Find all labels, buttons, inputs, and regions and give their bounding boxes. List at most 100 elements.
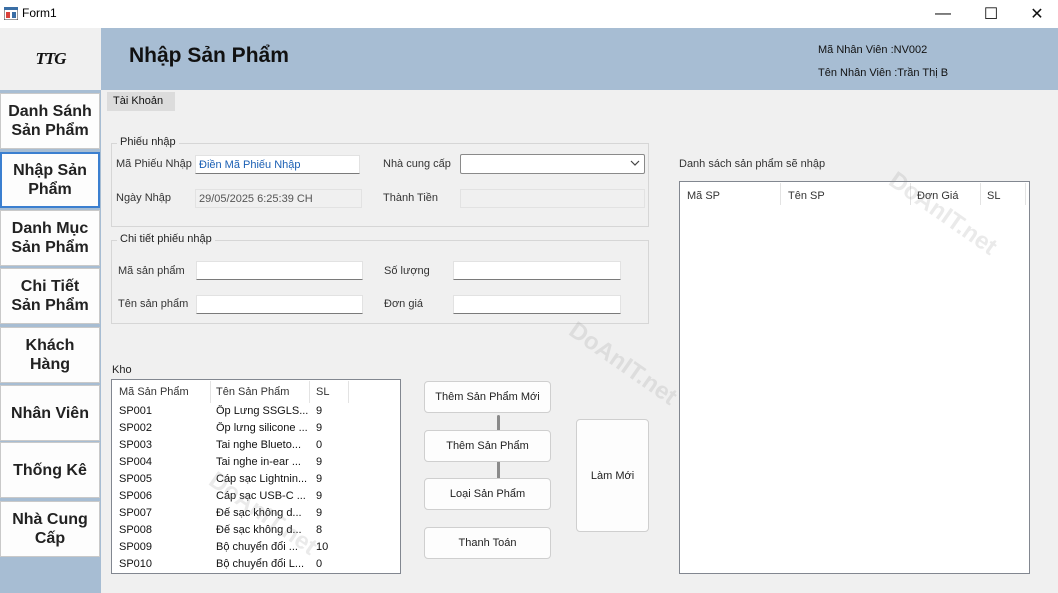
employee-name: Tên Nhân Viên :Trần Thị B (818, 67, 949, 79)
stock-cell-code: SP002 (119, 422, 153, 434)
stock-cell-qty: 9 (316, 507, 323, 519)
stock-cell-qty: 8 (316, 524, 323, 536)
stock-cell-code: SP003 (119, 439, 153, 451)
receipt-code-label: Mã Phiếu Nhập (116, 158, 192, 170)
total-field[interactable] (460, 189, 645, 208)
import-col-name[interactable]: Tên SP (788, 190, 825, 202)
quantity-label: Số lượng (384, 265, 430, 277)
stock-cell-qty: 9 (316, 473, 323, 485)
stock-cell-name: Cáp sạc USB-C ... (216, 490, 306, 502)
refresh-button[interactable]: Làm Mới (576, 419, 649, 532)
remove-product-button[interactable]: Loại Sản Phẩm (424, 478, 551, 510)
maximize-button[interactable]: ☐ (968, 0, 1014, 28)
import-date-label: Ngày Nhập (116, 192, 172, 204)
sidebar-item-3[interactable]: Danh Mục Sản Phẩm (0, 210, 100, 266)
stock-cell-name: Bộ chuyển đổi ... (216, 541, 298, 553)
stock-cell-qty: 0 (316, 439, 323, 451)
receipt-code-placeholder: Điền Mã Phiếu Nhập (199, 159, 301, 171)
column-divider (309, 381, 310, 403)
sidebar-item-2[interactable]: Nhập Sản Phẩm (0, 152, 100, 208)
app-icon (3, 6, 19, 21)
logo-text: TTG (35, 49, 66, 68)
sidebar-item-label: Thống Kê (13, 461, 87, 479)
stock-cell-qty: 9 (316, 456, 323, 468)
window-title: Form1 (22, 6, 57, 20)
sidebar-item-5[interactable]: Khách Hàng (0, 327, 100, 383)
column-divider (980, 183, 981, 205)
sidebar-item-label: Danh Sánh Sản Phẩm (8, 103, 92, 139)
stock-cell-name: Đế sạc không d... (216, 524, 302, 536)
stock-cell-code: SP008 (119, 524, 153, 536)
stock-cell-name: Tai nghe Blueto... (216, 439, 302, 451)
stock-cell-code: SP006 (119, 490, 153, 502)
sidebar-item-label: Danh Mục Sản Phẩm (11, 220, 89, 256)
watermark: DoAnIT.net (563, 316, 683, 411)
stock-cell-code: SP004 (119, 456, 153, 468)
stock-cell-code: SP010 (119, 558, 153, 570)
import-col-price[interactable]: Đơn Giá (917, 190, 958, 202)
stock-cell-name: Ốp Lưng SSGLS... (216, 405, 309, 417)
quantity-input[interactable] (453, 261, 621, 280)
price-label: Đơn giá (384, 298, 424, 310)
chevron-down-icon (630, 157, 640, 172)
stock-cell-name: Tai nghe in-ear ... (216, 456, 301, 468)
add-product-button[interactable]: Thêm Sản Phẩm (424, 430, 551, 462)
detail-group-label: Chi tiết phiếu nhập (117, 233, 215, 245)
minimize-button[interactable]: — (920, 0, 966, 28)
supplier-label: Nhà cung cấp (383, 158, 451, 170)
sidebar-item-label: Nhà Cung Cấp (12, 511, 88, 547)
column-divider (210, 381, 211, 403)
stock-cell-qty: 9 (316, 405, 323, 417)
stock-cell-name: Cáp sạc Lightnin... (216, 473, 308, 485)
sidebar-item-7[interactable]: Thống Kê (0, 442, 100, 498)
table-row[interactable]: SP010 Bộ chuyển đổi L... 0 (118, 558, 488, 575)
stock-cell-name: Bộ chuyển đổi L... (216, 558, 305, 570)
logo: TTG (0, 28, 101, 90)
total-label: Thành Tiền (383, 192, 439, 204)
page-title: Nhập Sản Phẩm (129, 44, 289, 67)
product-name-input[interactable] (196, 295, 363, 314)
import-list[interactable]: Mã SP Tên SP Đơn Giá SL (679, 181, 1030, 574)
stock-cell-name: Ốp lưng silicone ... (216, 422, 308, 434)
stock-label: Kho (112, 364, 132, 376)
product-name-label: Tên sản phẩm (118, 298, 189, 310)
column-divider (910, 183, 911, 205)
sidebar-item-4[interactable]: Chi Tiết Sản Phẩm (0, 268, 100, 324)
product-code-label: Mã sản phẩm (118, 265, 185, 277)
column-divider (1025, 183, 1026, 205)
sidebar-item-6[interactable]: Nhân Viên (0, 385, 100, 441)
sidebar-item-label: Nhập Sản Phẩm (13, 162, 87, 198)
stock-cell-qty: 0 (316, 558, 323, 570)
add-new-product-button[interactable]: Thêm Sản Phẩm Mới (424, 381, 551, 413)
column-divider (348, 381, 349, 403)
tab-account[interactable]: Tài Khoản (107, 92, 175, 111)
column-divider (780, 183, 781, 205)
stock-list[interactable]: Mã Sản Phẩm Tên Sản Phẩm SL SP001 Ốp Lưng… (111, 379, 502, 574)
sidebar-item-1[interactable]: Danh Sánh Sản Phẩm (0, 93, 100, 149)
stock-cell-code: SP009 (119, 541, 153, 553)
stock-cell-code: SP007 (119, 507, 153, 519)
checkout-button[interactable]: Thanh Toán (424, 527, 551, 559)
sidebar-item-8[interactable]: Nhà Cung Cấp (0, 501, 100, 557)
import-date-field[interactable]: 29/05/2025 6:25:39 CH (195, 189, 362, 208)
supplier-select[interactable] (460, 154, 645, 174)
employee-id: Mã Nhân Viên :NV002 (818, 44, 928, 56)
stock-cell-code: SP001 (119, 405, 153, 417)
stock-cell-qty: 10 (316, 541, 329, 553)
import-col-qty[interactable]: SL (987, 190, 1000, 202)
sidebar-item-label: Khách Hàng (25, 337, 75, 373)
stock-cell-qty: 9 (316, 490, 323, 502)
stock-col-code[interactable]: Mã Sản Phẩm (119, 386, 189, 398)
receipt-code-input[interactable]: Điền Mã Phiếu Nhập (195, 155, 360, 174)
import-col-code[interactable]: Mã SP (687, 190, 720, 202)
price-input[interactable] (453, 295, 621, 314)
sidebar-item-label: Chi Tiết Sản Phẩm (11, 278, 89, 314)
stock-col-qty[interactable]: SL (316, 386, 329, 398)
import-list-label: Danh sách sản phẩm sẽ nhập (679, 158, 826, 170)
stock-col-name[interactable]: Tên Sản Phẩm (216, 386, 289, 398)
receipt-group-label: Phiếu nhập (117, 136, 179, 148)
close-button[interactable]: ✕ (1014, 0, 1058, 28)
product-code-input[interactable] (196, 261, 363, 280)
stock-cell-code: SP005 (119, 473, 153, 485)
stock-cell-name: Đế sạc không d... (216, 507, 302, 519)
